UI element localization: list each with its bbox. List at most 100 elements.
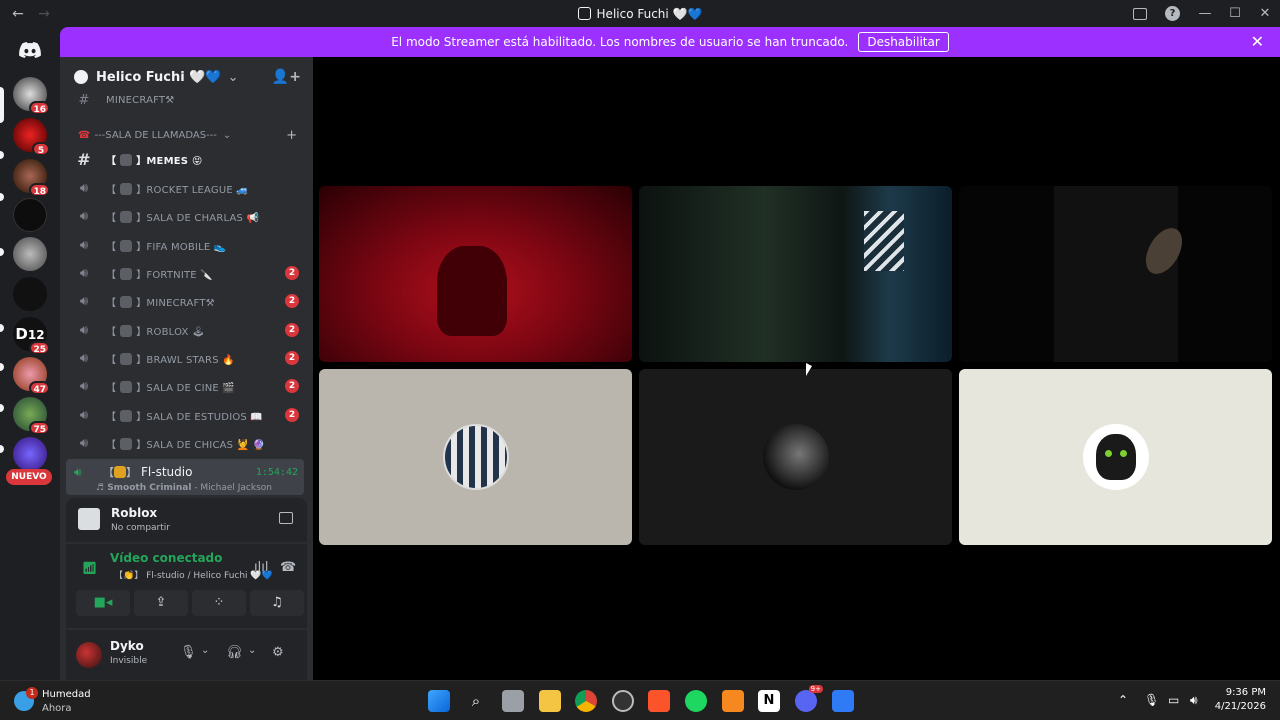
fl-studio-icon[interactable] [722, 690, 744, 712]
server-icon-dark[interactable] [13, 198, 47, 232]
channel-item-memes[interactable]: # 【】MEMES 😝 [68, 147, 305, 171]
disconnect-icon[interactable]: ☎ [280, 560, 296, 575]
channel-label: 【】ROCKET LEAGUE 🚙 [106, 182, 249, 196]
channel-item-sala-de-chicas[interactable]: 🔊︎ 【】SALA DE CHICAS 💆 🔮 [68, 431, 305, 455]
screen-share-icon[interactable] [279, 512, 293, 524]
close-window-button[interactable]: ✕ [1250, 6, 1280, 21]
chevron-down-icon[interactable]: ⌄ [201, 645, 209, 656]
avatar[interactable] [76, 642, 102, 668]
minimize-button[interactable]: — [1190, 6, 1220, 21]
channel-name: ROCKET LEAGUE 🚙 [146, 184, 249, 196]
title-bar: ← → Helico Fuchi 🤍💙 ? — ☐ ✕ [0, 0, 1280, 27]
channel-item-fl-studio[interactable]: 🔊︎ 【】 Fl-studio 1:54:42 ♬ Smooth Crimina… [66, 459, 304, 495]
close-icon[interactable]: ✕ [1251, 32, 1264, 51]
channel-item-sala-de-estudios[interactable]: 🔊︎ 【】SALA DE ESTUDIOS 📖 2 [68, 403, 305, 427]
video-tile-3[interactable] [959, 186, 1272, 362]
server-icon-anime[interactable]: 18 [13, 159, 50, 197]
channel-emoji-icon [120, 380, 133, 393]
channel-item-minecraft[interactable]: 🔊︎ 【】MINECRAFT⚒ 2 [68, 289, 305, 313]
screen-share-button[interactable]: ⇪ [134, 590, 188, 616]
video-tile-1[interactable] [319, 186, 632, 362]
network-icon[interactable]: ▭ [1168, 693, 1179, 707]
channel-item-brawl-stars[interactable]: 🔊︎ 【】BRAWL STARS 🔥 2 [68, 346, 305, 370]
speaker-icon: 🔊︎ [79, 322, 89, 338]
back-arrow-icon[interactable]: ← [8, 6, 28, 22]
clock-date: 4/21/2026 [1214, 701, 1266, 712]
disable-streamer-button[interactable]: Deshabilitar [858, 32, 949, 52]
channel-item-rocket-league[interactable]: 🔊︎ 【】ROCKET LEAGUE 🚙 [68, 176, 305, 200]
channel-label: 【】MINECRAFT⚒ [106, 295, 215, 309]
category-name: ---SALA DE LLAMADAS--- [94, 129, 217, 141]
soundboard-button[interactable]: ♫ [250, 590, 304, 616]
channel-emoji-icon [120, 409, 133, 422]
obs-icon[interactable] [612, 690, 634, 712]
channel-item-sala-de-cine[interactable]: 🔊︎ 【】SALA DE CINE 🎬 2 [68, 374, 305, 398]
server-icon-player[interactable] [13, 237, 47, 271]
clock-time: 9:36 PM [1225, 687, 1266, 698]
category-sala-de-llamadas[interactable]: ☎ ---SALA DE LLAMADAS--- ⌄ + [68, 127, 305, 143]
channel-item-partial[interactable]: # MINECRAFT⚒ [68, 93, 305, 107]
inbox-icon[interactable] [1133, 7, 1147, 20]
brave-icon[interactable] [648, 690, 670, 712]
discord-home-icon[interactable] [13, 33, 47, 67]
task-view-icon[interactable] [502, 690, 524, 712]
volume-icon[interactable]: 🔊︎ [1190, 693, 1198, 708]
speaker-icon: 🔊︎ [79, 407, 89, 423]
file-explorer-icon[interactable] [539, 690, 561, 712]
server-icon-helico[interactable]: 16 [13, 77, 50, 115]
unread-pill [0, 248, 4, 256]
headphones-icon[interactable]: 🎧︎ [226, 645, 243, 660]
channel-item-fortnite[interactable]: 🔊︎ 【】FORTNITE 🔪 2 [68, 261, 305, 285]
avatar [1082, 424, 1149, 490]
create-channel-icon[interactable]: + [286, 128, 297, 143]
microphone-icon[interactable]: 🎙︎ [180, 645, 197, 660]
forward-arrow-icon[interactable]: → [34, 6, 54, 22]
noise-suppression-icon[interactable]: ılıl [254, 560, 268, 575]
server-icon-d12[interactable]: D12 25 [13, 317, 50, 355]
unread-badge: 18 [29, 183, 50, 197]
channel-item-sala-de-charlas[interactable]: 🔊︎ 【】SALA DE CHARLAS 📢 [68, 204, 305, 228]
channel-name: BRAWL STARS 🔥 [146, 354, 235, 366]
server-icon-red[interactable]: 5 [13, 118, 50, 156]
invite-people-icon[interactable]: 👤+ [272, 69, 301, 85]
server-icon-purple[interactable] [13, 437, 47, 471]
camera-button[interactable]: ■◂ [76, 590, 130, 616]
channel-item-fifa-mobile[interactable]: 🔊︎ 【】FIFA MOBILE 👟 [68, 233, 305, 257]
search-icon[interactable]: ⌕ [465, 690, 487, 712]
channel-emoji-icon [120, 437, 133, 450]
server-icon-colorful[interactable]: 47 [13, 357, 50, 395]
guild-header[interactable]: Helico Fuchi 🤍💙 ⌄ 👤+ [60, 57, 313, 97]
app-icon[interactable] [832, 690, 854, 712]
hash-icon: # [78, 93, 90, 107]
help-icon[interactable]: ? [1165, 6, 1180, 21]
video-tile-2[interactable] [639, 186, 952, 362]
channel-name: FORTNITE 🔪 [146, 269, 213, 281]
windows-start-icon[interactable] [428, 690, 450, 712]
spotify-icon[interactable] [685, 690, 707, 712]
system-clock[interactable]: 9:36 PM 4/21/2026 [1215, 686, 1266, 714]
notion-icon[interactable]: N [758, 690, 780, 712]
chrome-icon[interactable] [575, 690, 597, 712]
microphone-icon[interactable]: 🎙︎ [1144, 693, 1159, 707]
server-icon-green[interactable]: 75 [13, 397, 50, 435]
speaker-icon: 🔊︎ [79, 350, 89, 366]
video-tile-4[interactable] [319, 369, 632, 545]
maximize-button[interactable]: ☐ [1220, 6, 1250, 21]
discord-badge: 9+ [808, 685, 823, 693]
channel-item-roblox[interactable]: 🔊︎ 【】ROBLOX 🕹 2 [68, 318, 305, 342]
video-tile-5[interactable] [639, 369, 952, 545]
user-count-badge: 2 [285, 266, 299, 280]
channel-label: 【】SALA DE CHICAS 💆 🔮 [106, 437, 266, 451]
discord-taskbar-icon[interactable]: 9+ [795, 685, 823, 712]
video-tile-6[interactable] [959, 369, 1272, 545]
activities-button[interactable]: ⁘ [192, 590, 246, 616]
channel-emoji-icon [120, 239, 133, 252]
chevron-down-icon[interactable]: ⌄ [248, 645, 256, 656]
chevron-up-icon[interactable]: ⌃ [1118, 693, 1128, 707]
weather-sub: Ahora [42, 703, 72, 714]
channel-name: MEMES 😝 [146, 155, 203, 167]
server-icon-black[interactable] [13, 277, 47, 311]
channel-label: 【】BRAWL STARS 🔥 [106, 352, 235, 366]
speaker-icon: 🔊︎ [79, 378, 89, 394]
gear-icon[interactable]: ⚙ [272, 645, 284, 660]
